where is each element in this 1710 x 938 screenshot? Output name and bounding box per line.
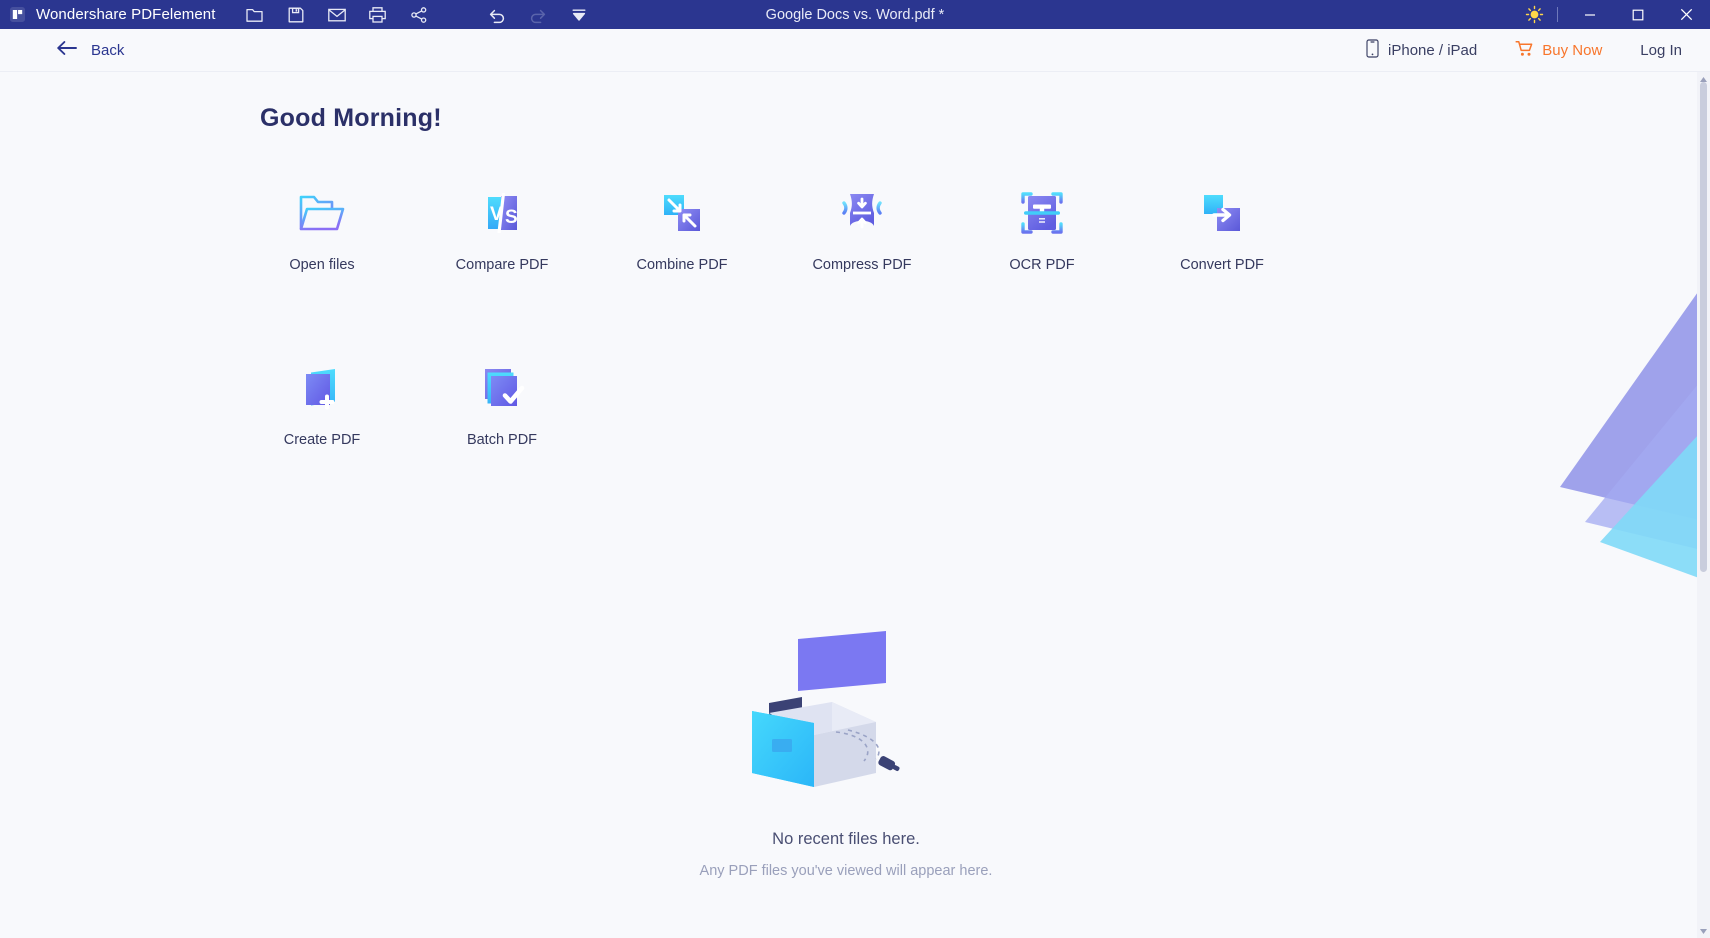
tool-batch-pdf[interactable]: Batch PDF bbox=[412, 347, 592, 454]
tool-label: Combine PDF bbox=[636, 257, 727, 273]
tool-label: Open files bbox=[289, 257, 354, 273]
open-folder-icon[interactable] bbox=[242, 3, 268, 27]
tools-row-1: Open files V S Com bbox=[232, 172, 1352, 279]
customize-toolbar-icon[interactable] bbox=[566, 3, 592, 27]
window-controls bbox=[1515, 0, 1710, 29]
decorative-ribbons bbox=[1450, 222, 1710, 642]
main-content: Good Morning! Open files bbox=[0, 72, 1710, 938]
ocr-pdf-icon bbox=[1011, 182, 1073, 244]
tool-label: OCR PDF bbox=[1009, 257, 1074, 273]
sub-header-right: iPhone / iPad Buy Now Log In bbox=[1356, 35, 1688, 66]
vertical-scrollbar[interactable] bbox=[1697, 72, 1710, 938]
back-button[interactable]: Back bbox=[56, 40, 124, 61]
tool-label: Compress PDF bbox=[812, 257, 911, 273]
tool-label: Create PDF bbox=[284, 432, 361, 448]
tool-convert-pdf[interactable]: Convert PDF bbox=[1132, 172, 1312, 279]
iphone-ipad-button[interactable]: iPhone / iPad bbox=[1356, 35, 1487, 66]
email-icon[interactable] bbox=[324, 3, 350, 27]
undo-icon[interactable] bbox=[484, 3, 510, 27]
redo-icon[interactable] bbox=[525, 3, 551, 27]
tool-create-pdf[interactable]: Create PDF bbox=[232, 347, 412, 454]
empty-state-subtitle: Any PDF files you've viewed will appear … bbox=[700, 863, 993, 879]
tool-combine-pdf[interactable]: Combine PDF bbox=[592, 172, 772, 279]
mobile-device-icon bbox=[1366, 39, 1379, 62]
sub-header: Back iPhone / iPad Buy Now bbox=[0, 29, 1710, 72]
back-label: Back bbox=[91, 42, 124, 59]
iphone-ipad-label: iPhone / iPad bbox=[1388, 42, 1477, 59]
tool-ocr-pdf[interactable]: OCR PDF bbox=[952, 172, 1132, 279]
open-files-icon bbox=[291, 182, 353, 244]
maximize-button[interactable] bbox=[1614, 0, 1662, 29]
batch-pdf-icon bbox=[471, 357, 533, 419]
share-icon[interactable] bbox=[406, 3, 432, 27]
scrollbar-thumb[interactable] bbox=[1700, 82, 1707, 572]
create-pdf-icon bbox=[291, 357, 353, 419]
convert-pdf-icon bbox=[1191, 182, 1253, 244]
minimize-button[interactable] bbox=[1566, 0, 1614, 29]
shopping-cart-icon bbox=[1515, 40, 1534, 61]
compare-pdf-icon: V S bbox=[471, 182, 533, 244]
arrow-left-icon bbox=[56, 40, 78, 61]
page-title: Good Morning! bbox=[260, 104, 442, 133]
tool-label: Compare PDF bbox=[456, 257, 549, 273]
print-icon[interactable] bbox=[365, 3, 391, 27]
compress-pdf-icon bbox=[831, 182, 893, 244]
log-in-button[interactable]: Log In bbox=[1634, 38, 1688, 63]
scroll-down-arrow[interactable] bbox=[1697, 924, 1710, 938]
tool-compress-pdf[interactable]: Compress PDF bbox=[772, 172, 952, 279]
toolbar-divider bbox=[1557, 7, 1558, 22]
app-logo-icon bbox=[6, 4, 28, 26]
title-bar-toolbar bbox=[242, 3, 592, 27]
tools-row-2: Create PDF Bat bbox=[232, 347, 1352, 454]
svg-text:S: S bbox=[505, 207, 518, 228]
tool-compare-pdf[interactable]: V S Compare PDF bbox=[412, 172, 592, 279]
save-icon[interactable] bbox=[283, 3, 309, 27]
title-bar: Wondershare PDFelement bbox=[0, 0, 1710, 29]
tool-label: Batch PDF bbox=[467, 432, 537, 448]
svg-text:V: V bbox=[490, 204, 503, 225]
sun-icon[interactable] bbox=[1515, 0, 1553, 29]
buy-now-button[interactable]: Buy Now bbox=[1505, 36, 1612, 65]
app-name: Wondershare PDFelement bbox=[36, 6, 216, 23]
empty-box-illustration bbox=[736, 627, 956, 802]
tool-label: Convert PDF bbox=[1180, 257, 1264, 273]
tool-open-files[interactable]: Open files bbox=[232, 172, 412, 279]
empty-state: No recent files here. Any PDF files you'… bbox=[0, 627, 1692, 879]
empty-state-title: No recent files here. bbox=[772, 830, 920, 849]
tools-grid: Open files V S Com bbox=[232, 172, 1352, 454]
buy-now-label: Buy Now bbox=[1542, 42, 1602, 59]
combine-pdf-icon bbox=[651, 182, 713, 244]
close-button[interactable] bbox=[1662, 0, 1710, 29]
